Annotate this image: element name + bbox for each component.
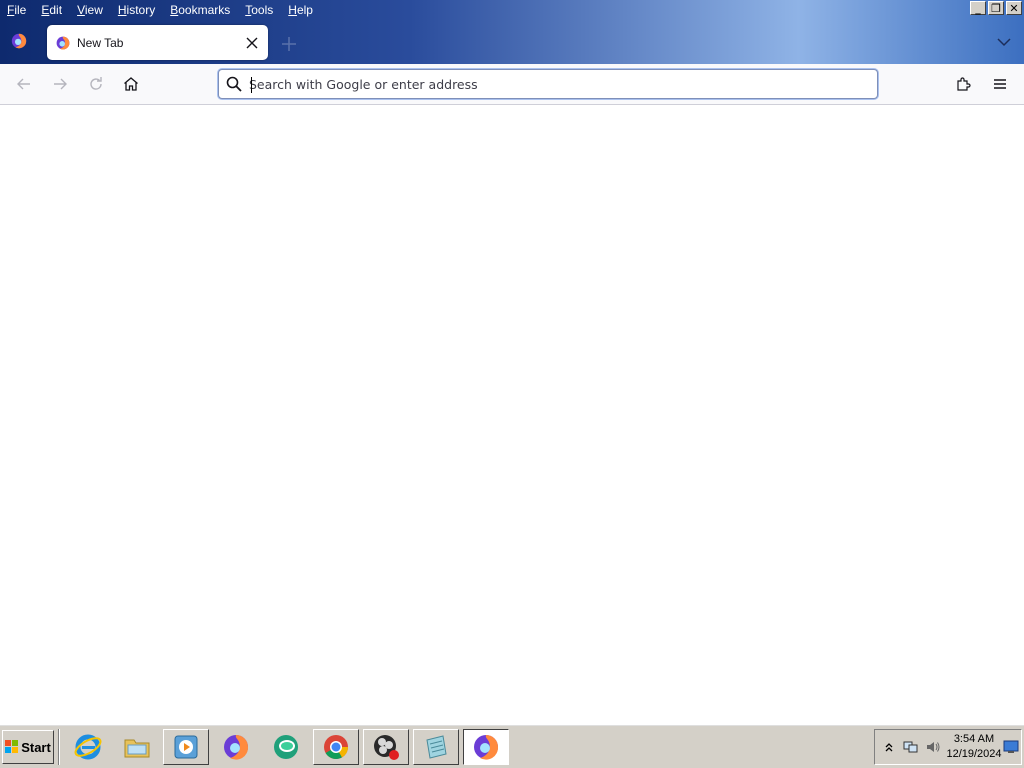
menu-help[interactable]: Help xyxy=(288,0,313,20)
clock-date: 12/19/2024 xyxy=(946,748,1002,760)
home-icon xyxy=(124,77,138,91)
restore-button[interactable]: ❐ xyxy=(988,1,1004,15)
menu-bar: File Edit View History Bookmarks Tools H… xyxy=(0,0,328,20)
menu-bookmarks[interactable]: Bookmarks xyxy=(170,0,230,20)
puzzle-piece-icon xyxy=(957,77,971,91)
back-arrow-icon xyxy=(17,78,30,90)
close-window-button[interactable]: ✕ xyxy=(1006,1,1022,15)
firefox-icon xyxy=(474,735,499,760)
address-bar[interactable] xyxy=(218,69,878,99)
page-content-area[interactable] xyxy=(0,105,1024,725)
media-player-icon[interactable] xyxy=(163,729,209,765)
start-label: Start xyxy=(21,739,51,755)
file-explorer-icon[interactable] xyxy=(114,729,160,765)
network-icon[interactable] xyxy=(903,739,919,755)
tab-title: New Tab xyxy=(77,35,124,50)
firefox-view-icon[interactable] xyxy=(10,32,28,50)
search-icon xyxy=(226,76,242,92)
firefox-icon xyxy=(56,36,70,49)
firefox-icon[interactable] xyxy=(213,729,259,765)
notepad-icon[interactable] xyxy=(413,729,459,765)
text-caret xyxy=(251,77,252,93)
new-tab-plus-icon[interactable] xyxy=(280,35,298,53)
firefox-active-window-button[interactable] xyxy=(463,729,509,765)
tab-new-tab[interactable]: New Tab xyxy=(47,25,268,60)
reload-button[interactable] xyxy=(86,74,106,94)
close-tab-icon[interactable] xyxy=(242,33,262,53)
forward-button[interactable] xyxy=(50,74,70,94)
home-button[interactable] xyxy=(121,74,141,94)
show-desktop-icon[interactable] xyxy=(1003,740,1019,754)
show-hidden-icons-chevron-icon[interactable] xyxy=(881,739,897,755)
list-all-tabs-chevron-icon[interactable] xyxy=(996,34,1012,50)
window-controls: _ ❐ ✕ xyxy=(970,1,1022,15)
clock[interactable]: 3:54 AM 12/19/2024 xyxy=(943,732,1005,762)
menu-history[interactable]: History xyxy=(118,0,155,20)
system-tray: 3:54 AM 12/19/2024 xyxy=(874,729,1022,765)
obs-icon[interactable] xyxy=(363,729,409,765)
reload-icon xyxy=(90,77,102,90)
menu-view[interactable]: View xyxy=(77,0,103,20)
start-button[interactable]: Start xyxy=(2,730,54,764)
forward-arrow-icon xyxy=(54,78,67,90)
windows-flag-icon xyxy=(5,740,19,753)
chrome-icon[interactable] xyxy=(313,729,359,765)
extensions-button[interactable] xyxy=(954,74,974,94)
back-button[interactable] xyxy=(14,74,34,94)
volume-icon[interactable] xyxy=(925,739,941,755)
menu-tools[interactable]: Tools xyxy=(245,0,273,20)
clock-time: 3:54 AM xyxy=(953,733,995,745)
navigation-toolbar xyxy=(0,64,1024,105)
green-chat-icon[interactable] xyxy=(263,729,309,765)
taskbar: Start 3:54 AM 12/19/2024 xyxy=(0,724,1024,768)
taskbar-separator xyxy=(58,729,60,765)
app-menu-button[interactable] xyxy=(990,74,1010,94)
minimize-button[interactable]: _ xyxy=(970,1,986,15)
internet-explorer-icon[interactable] xyxy=(65,729,111,765)
title-bar: File Edit View History Bookmarks Tools H… xyxy=(0,0,1024,64)
hamburger-menu-icon xyxy=(994,79,1006,89)
menu-edit[interactable]: Edit xyxy=(41,0,62,20)
menu-file[interactable]: File xyxy=(7,0,26,20)
url-input[interactable] xyxy=(249,73,877,95)
